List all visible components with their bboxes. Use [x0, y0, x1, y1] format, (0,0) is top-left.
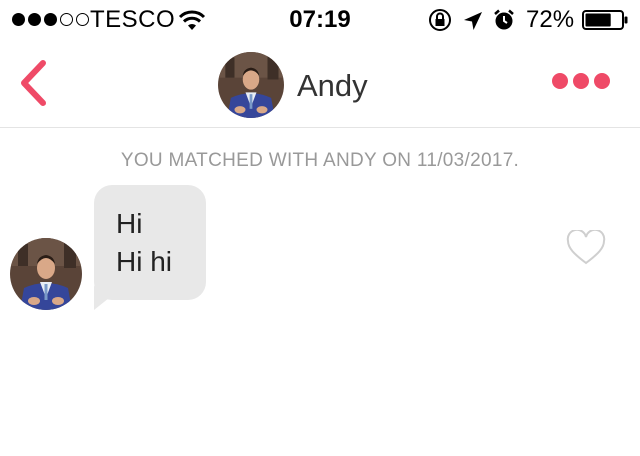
status-bar: TESCO 07:19 72% [0, 0, 640, 40]
battery-icon [582, 10, 628, 30]
more-dots-icon[interactable] [552, 73, 610, 89]
battery-percent: 72% [526, 6, 575, 33]
message-bubble[interactable]: Hi Hi hi [94, 185, 206, 300]
alarm-clock-icon [494, 9, 514, 30]
rotation-lock-icon [429, 9, 451, 31]
chevron-left-icon[interactable] [18, 58, 48, 108]
message-line: Hi hi [116, 246, 173, 277]
contact-avatar[interactable] [218, 52, 284, 118]
conversation-header: Andy [0, 40, 640, 128]
heart-icon[interactable] [566, 230, 606, 266]
match-date-note: YOU MATCHED WITH ANDY ON 11/03/2017. [120, 150, 520, 171]
message-line: Hi [116, 208, 143, 239]
sender-avatar[interactable] [10, 238, 82, 310]
location-arrow-icon [464, 12, 482, 30]
contact-name[interactable]: Andy [297, 68, 368, 104]
